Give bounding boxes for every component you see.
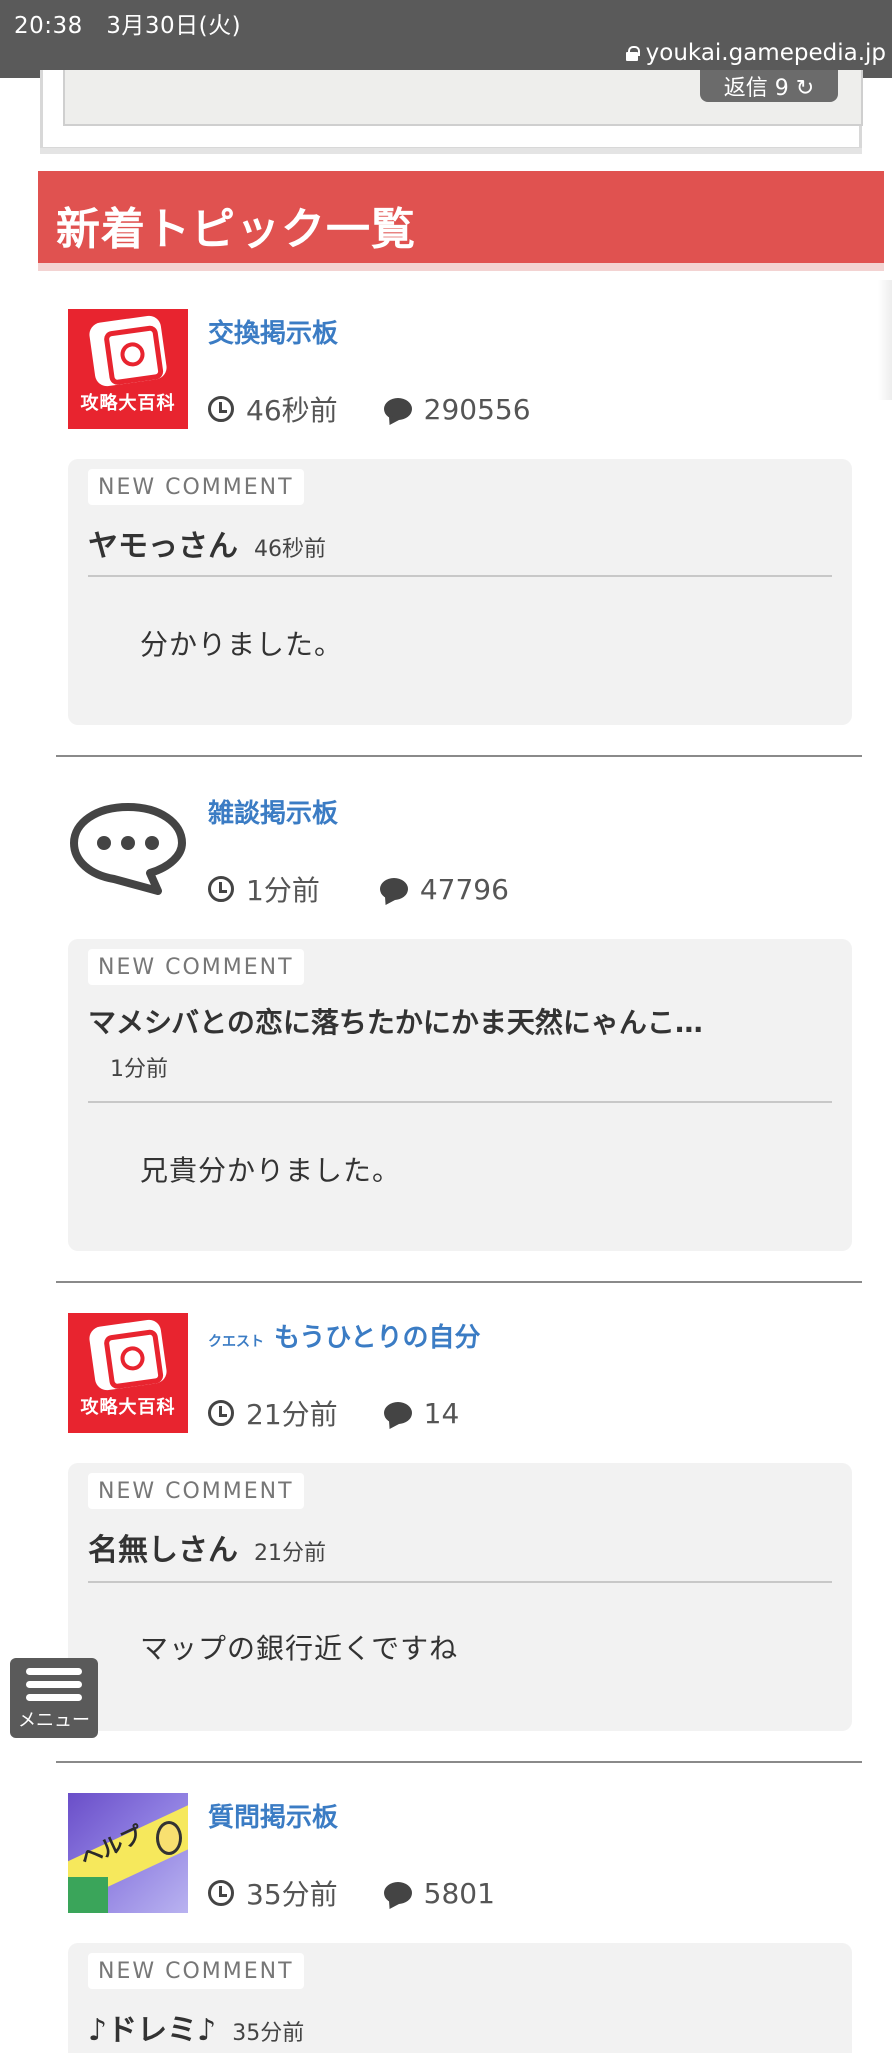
menu-label: メニュー xyxy=(18,1710,90,1731)
clock-icon xyxy=(208,396,234,422)
comment-box[interactable]: NEW COMMENT ヤモっさん 46秒前 分かりました。 xyxy=(68,459,852,725)
hamburger-icon xyxy=(26,1668,82,1702)
comment-icon xyxy=(383,1882,412,1904)
comment-icon xyxy=(379,878,408,900)
chat-bubble-icon xyxy=(70,803,186,895)
status-time: 20:38 3月30日(火) xyxy=(14,13,242,39)
comment-count: 14 xyxy=(423,1396,460,1430)
new-comment-badge: NEW COMMENT xyxy=(88,1953,304,1989)
comment-text: 分かりました。 xyxy=(140,628,344,661)
lock-icon xyxy=(625,45,640,61)
author-time: 35分前 xyxy=(232,2021,305,2046)
comment-count: 290556 xyxy=(423,392,531,426)
divider xyxy=(88,575,832,577)
topic-meta: 1分前 47796 xyxy=(208,869,509,909)
divider xyxy=(88,1101,832,1103)
comment-text: 兄貴分かりました。 xyxy=(140,1154,402,1187)
topic-item: ヘルプ 質問掲示板 35分前 5801 NEW COMMENT ♪ドレミ♪ 35分… xyxy=(58,1793,862,2053)
topic-separator xyxy=(56,1281,862,1283)
section-title: 新着トピック一覧 xyxy=(56,204,416,255)
status-bar: 20:38 3月30日(火) youkai.gamepedia.jp xyxy=(0,0,892,78)
comment-author: ヤモっさん 46秒前 xyxy=(88,521,326,565)
reply-button[interactable]: 返信 9 ↻ xyxy=(700,70,838,102)
game-console-icon xyxy=(87,314,169,388)
topic-title-link[interactable]: 交換掲示板 xyxy=(208,313,338,350)
topic-time: 1分前 xyxy=(246,874,320,907)
new-comment-badge: NEW COMMENT xyxy=(88,949,304,985)
divider xyxy=(88,1581,832,1583)
comment-icon xyxy=(383,398,412,420)
comment-text: マップの銀行近くですね xyxy=(140,1632,459,1665)
new-comment-badge: NEW COMMENT xyxy=(88,469,304,505)
topic-time: 46秒前 xyxy=(246,394,338,427)
topic-meta: 35分前 5801 xyxy=(208,1873,495,1913)
comment-author: 名無しさん 21分前 xyxy=(88,1525,326,1569)
author-time: 1分前 xyxy=(110,1057,168,1082)
clock-icon xyxy=(208,1880,234,1906)
author-name: 名無しさん xyxy=(88,1533,238,1568)
question-icon xyxy=(156,1821,182,1855)
card-shadow xyxy=(40,148,862,154)
menu-button[interactable]: メニュー xyxy=(10,1658,98,1738)
thumbnail-brand: 攻略大百科 xyxy=(80,393,176,414)
game-console-icon xyxy=(87,1318,169,1392)
comment-box[interactable]: NEW COMMENT マメシバとの恋に落ちたかにかま天然にゃんこ… 1分前 兄… xyxy=(68,939,852,1251)
topic-meta: 21分前 14 xyxy=(208,1393,459,1433)
topic-title-link[interactable]: 質問掲示板 xyxy=(208,1797,338,1834)
topic-separator xyxy=(56,1761,862,1763)
address-bar[interactable]: youkai.gamepedia.jp xyxy=(625,40,886,66)
comment-count: 47796 xyxy=(419,872,509,906)
topic-time: 35分前 xyxy=(246,1878,338,1911)
topic-item: 雑談掲示板 1分前 47796 NEW COMMENT マメシバとの恋に落ちたか… xyxy=(56,789,862,1289)
comment-box[interactable]: NEW COMMENT ♪ドレミ♪ 35分前 xyxy=(68,1943,852,2053)
topic-category: クエスト xyxy=(208,1334,264,1350)
board-thumbnail[interactable] xyxy=(68,789,188,909)
comment-count: 5801 xyxy=(423,1876,495,1910)
thumbnail-brand: 攻略大百科 xyxy=(80,1397,176,1418)
clock-icon xyxy=(208,876,234,902)
board-thumbnail[interactable]: ヘルプ xyxy=(68,1793,188,1913)
topic-title-link[interactable]: 雑談掲示板 xyxy=(208,793,338,830)
topic-time: 21分前 xyxy=(246,1398,338,1431)
thumbnail-accent xyxy=(68,1877,108,1913)
topic-meta: 46秒前 290556 xyxy=(208,389,531,429)
author-time: 46秒前 xyxy=(254,537,326,562)
scroll-edge xyxy=(878,280,892,400)
author-time: 21分前 xyxy=(254,1541,326,1566)
topic-separator xyxy=(56,755,862,757)
clock-icon xyxy=(208,1400,234,1426)
section-header: 新着トピック一覧 xyxy=(38,171,884,271)
topic-title-link[interactable]: クエスト もうひとりの自分 xyxy=(208,1317,480,1354)
board-thumbnail[interactable]: 攻略大百科 xyxy=(68,309,188,429)
topic-title-text: もうひとりの自分 xyxy=(274,1323,481,1353)
author-name: ♪ドレミ♪ xyxy=(88,2013,217,2048)
topic-item: 攻略大百科 クエスト もうひとりの自分 21分前 14 NEW COMMENT 名… xyxy=(56,1313,862,1763)
comment-box[interactable]: NEW COMMENT 名無しさん 21分前 マップの銀行近くですね xyxy=(68,1463,852,1731)
comment-icon xyxy=(383,1402,412,1424)
url-text: youkai.gamepedia.jp xyxy=(645,40,886,66)
topic-item: 攻略大百科 交換掲示板 46秒前 290556 NEW COMMENT ヤモっさ… xyxy=(56,309,862,759)
author-name: ヤモっさん xyxy=(88,529,238,564)
author-name: マメシバとの恋に落ちたかにかま天然にゃんこ… xyxy=(88,1006,703,1039)
board-thumbnail[interactable]: 攻略大百科 xyxy=(68,1313,188,1433)
comment-author: ♪ドレミ♪ 35分前 xyxy=(88,2005,304,2049)
new-comment-badge: NEW COMMENT xyxy=(88,1473,304,1509)
